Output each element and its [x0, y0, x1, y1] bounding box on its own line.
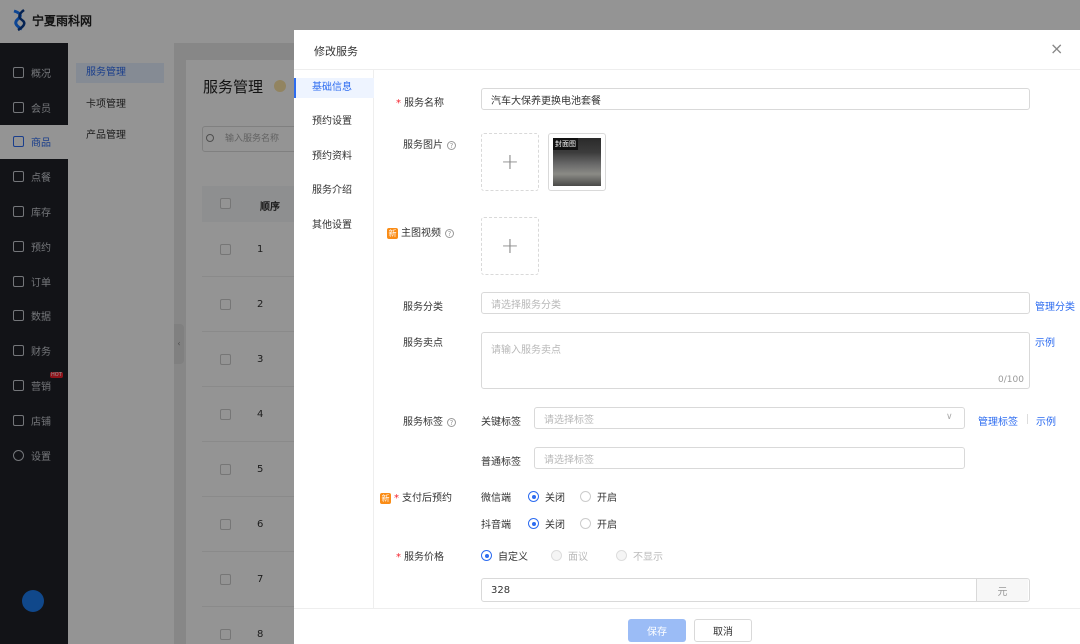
dialog-footer: 保存 取消 — [294, 608, 1080, 644]
radio-dot — [528, 491, 539, 502]
douyin-label: 抖音端 — [481, 520, 511, 531]
new-badge: 新 — [387, 227, 398, 239]
tab-booking-info[interactable]: 预约资料 — [294, 147, 374, 167]
tags-example-link[interactable]: 示例 — [1036, 413, 1056, 428]
char-counter: 0/100 — [998, 375, 1024, 385]
label-text: 服务图片 — [403, 140, 443, 151]
radio-label: 不显示 — [633, 552, 663, 563]
radio-label: 开启 — [597, 493, 617, 504]
radio-dot — [528, 518, 539, 529]
selling-point-textarea[interactable]: 请输入服务卖点 — [481, 332, 1030, 389]
close-icon[interactable]: × — [1050, 39, 1063, 59]
label-text: 服务标签 — [403, 417, 443, 428]
radio-label: 关闭 — [545, 520, 565, 531]
cover-image: 封面图 — [553, 138, 601, 186]
video-upload-button[interactable]: + — [481, 217, 539, 275]
required-mark: * — [396, 552, 401, 563]
radio-label: 关闭 — [545, 493, 565, 504]
radio-dot — [481, 550, 492, 561]
tab-booking-settings[interactable]: 预约设置 — [294, 112, 374, 132]
dialog-header: 修改服务 × — [294, 30, 1080, 70]
manage-tags-link[interactable]: 管理标签 — [978, 413, 1018, 428]
edit-service-dialog: 修改服务 × 基础信息 预约设置 预约资料 服务介绍 其他设置 * 服务名称 汽车… — [294, 30, 1080, 644]
price-input[interactable]: 328 — [481, 578, 1030, 602]
douyin-off-radio[interactable]: 关闭 — [528, 516, 565, 531]
required-mark: * — [394, 493, 399, 504]
wechat-label: 微信端 — [481, 493, 511, 504]
manage-category-link[interactable]: 管理分类 — [1035, 298, 1075, 313]
link-divider — [1027, 414, 1028, 424]
tab-service-intro[interactable]: 服务介绍 — [294, 181, 374, 201]
save-button[interactable]: 保存 — [628, 619, 686, 642]
label-text: 支付后预约 — [402, 493, 452, 504]
service-name-label: * 服务名称 — [396, 94, 444, 109]
radio-dot — [616, 550, 627, 561]
radio-dot — [580, 518, 591, 529]
selling-example-link[interactable]: 示例 — [1035, 334, 1055, 349]
image-upload-button[interactable]: + — [481, 133, 539, 191]
dialog-tabs: 基础信息 预约设置 预约资料 服务介绍 其他设置 — [294, 70, 374, 610]
cover-badge: 封面图 — [553, 138, 578, 150]
new-badge: 新 — [380, 492, 391, 504]
price-hidden-radio[interactable]: 不显示 — [616, 548, 663, 563]
service-price-label: * 服务价格 — [396, 548, 444, 563]
booking-after-payment-label: 新 * 支付后预约 — [380, 489, 452, 504]
chevron-down-icon: ∨ — [946, 412, 953, 422]
service-tags-label: 服务标签? — [403, 413, 456, 428]
normal-tag-label: 普通标签 — [481, 457, 521, 468]
selling-point-placeholder: 请输入服务卖点 — [491, 345, 561, 356]
radio-label: 自定义 — [498, 552, 528, 563]
main-video-label: 新主图视频? — [387, 224, 454, 239]
label-text: 服务价格 — [404, 552, 444, 563]
label-text: 主图视频 — [401, 228, 441, 239]
radio-dot — [580, 491, 591, 502]
service-category-label: 服务分类 — [403, 302, 443, 313]
tab-other-settings[interactable]: 其他设置 — [294, 216, 374, 236]
price-unit: 元 — [976, 579, 1028, 601]
service-name-input[interactable]: 汽车大保养更换电池套餐 — [481, 88, 1030, 110]
douyin-on-radio[interactable]: 开启 — [580, 516, 617, 531]
cancel-button[interactable]: 取消 — [694, 619, 752, 642]
help-icon[interactable]: ? — [445, 228, 454, 238]
key-tag-label: 关键标签 — [481, 417, 521, 428]
help-icon[interactable]: ? — [447, 417, 456, 427]
radio-label: 面议 — [568, 552, 588, 563]
price-negotiable-radio[interactable]: 面议 — [551, 548, 588, 563]
price-custom-radio[interactable]: 自定义 — [481, 548, 528, 563]
wechat-on-radio[interactable]: 开启 — [580, 489, 617, 504]
cover-image-thumbnail[interactable]: 封面图 — [548, 133, 606, 191]
help-icon[interactable]: ? — [447, 140, 456, 150]
selling-point-label: 服务卖点 — [403, 338, 443, 349]
required-mark: * — [396, 98, 401, 109]
service-image-label: 服务图片? — [403, 136, 456, 151]
service-category-select[interactable]: 请选择服务分类 — [481, 292, 1030, 314]
normal-tag-select[interactable]: 请选择标签 — [534, 447, 965, 469]
dialog-title: 修改服务 — [314, 45, 358, 58]
tab-basic-info[interactable]: 基础信息 — [294, 78, 374, 98]
label-text: 服务名称 — [404, 98, 444, 109]
key-tag-select[interactable]: 请选择标签 — [534, 407, 965, 429]
radio-dot — [551, 550, 562, 561]
wechat-off-radio[interactable]: 关闭 — [528, 489, 565, 504]
radio-label: 开启 — [597, 520, 617, 531]
